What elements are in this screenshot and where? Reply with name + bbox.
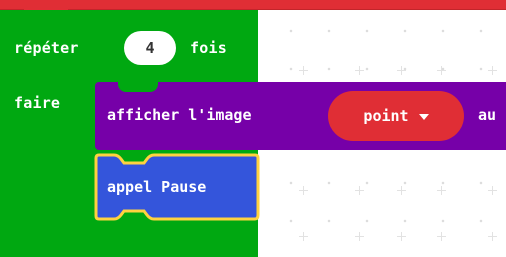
grid-marker <box>437 232 446 241</box>
grid-marker <box>299 186 308 195</box>
repeat-count-input[interactable]: 4 <box>124 31 176 65</box>
grid-marker <box>437 186 446 195</box>
grid-marker <box>397 232 406 241</box>
grid-marker <box>355 186 364 195</box>
image-dropdown-value: point <box>363 107 409 125</box>
grid-marker <box>488 186 497 195</box>
grid-marker <box>355 232 364 241</box>
grid-marker <box>437 66 446 75</box>
repeat-label: répéter <box>14 39 79 57</box>
repeat-count-value: 4 <box>145 39 155 57</box>
grid-marker <box>397 66 406 75</box>
image-dropdown[interactable]: point <box>328 91 464 141</box>
times-label: fois <box>190 39 227 57</box>
grid-marker <box>355 66 364 75</box>
show-image-block-connector <box>118 82 158 92</box>
caret-down-icon <box>418 113 429 120</box>
do-label: faire <box>14 94 61 112</box>
show-image-label: afficher l'image <box>107 106 252 124</box>
parent-event-block[interactable] <box>0 0 506 10</box>
grid-marker <box>299 66 308 75</box>
grid-marker <box>488 232 497 241</box>
grid-marker <box>299 232 308 241</box>
call-pause-label: appel Pause <box>107 178 207 196</box>
grid-marker <box>397 186 406 195</box>
grid-marker <box>488 66 497 75</box>
show-image-suffix: au <box>478 106 497 124</box>
